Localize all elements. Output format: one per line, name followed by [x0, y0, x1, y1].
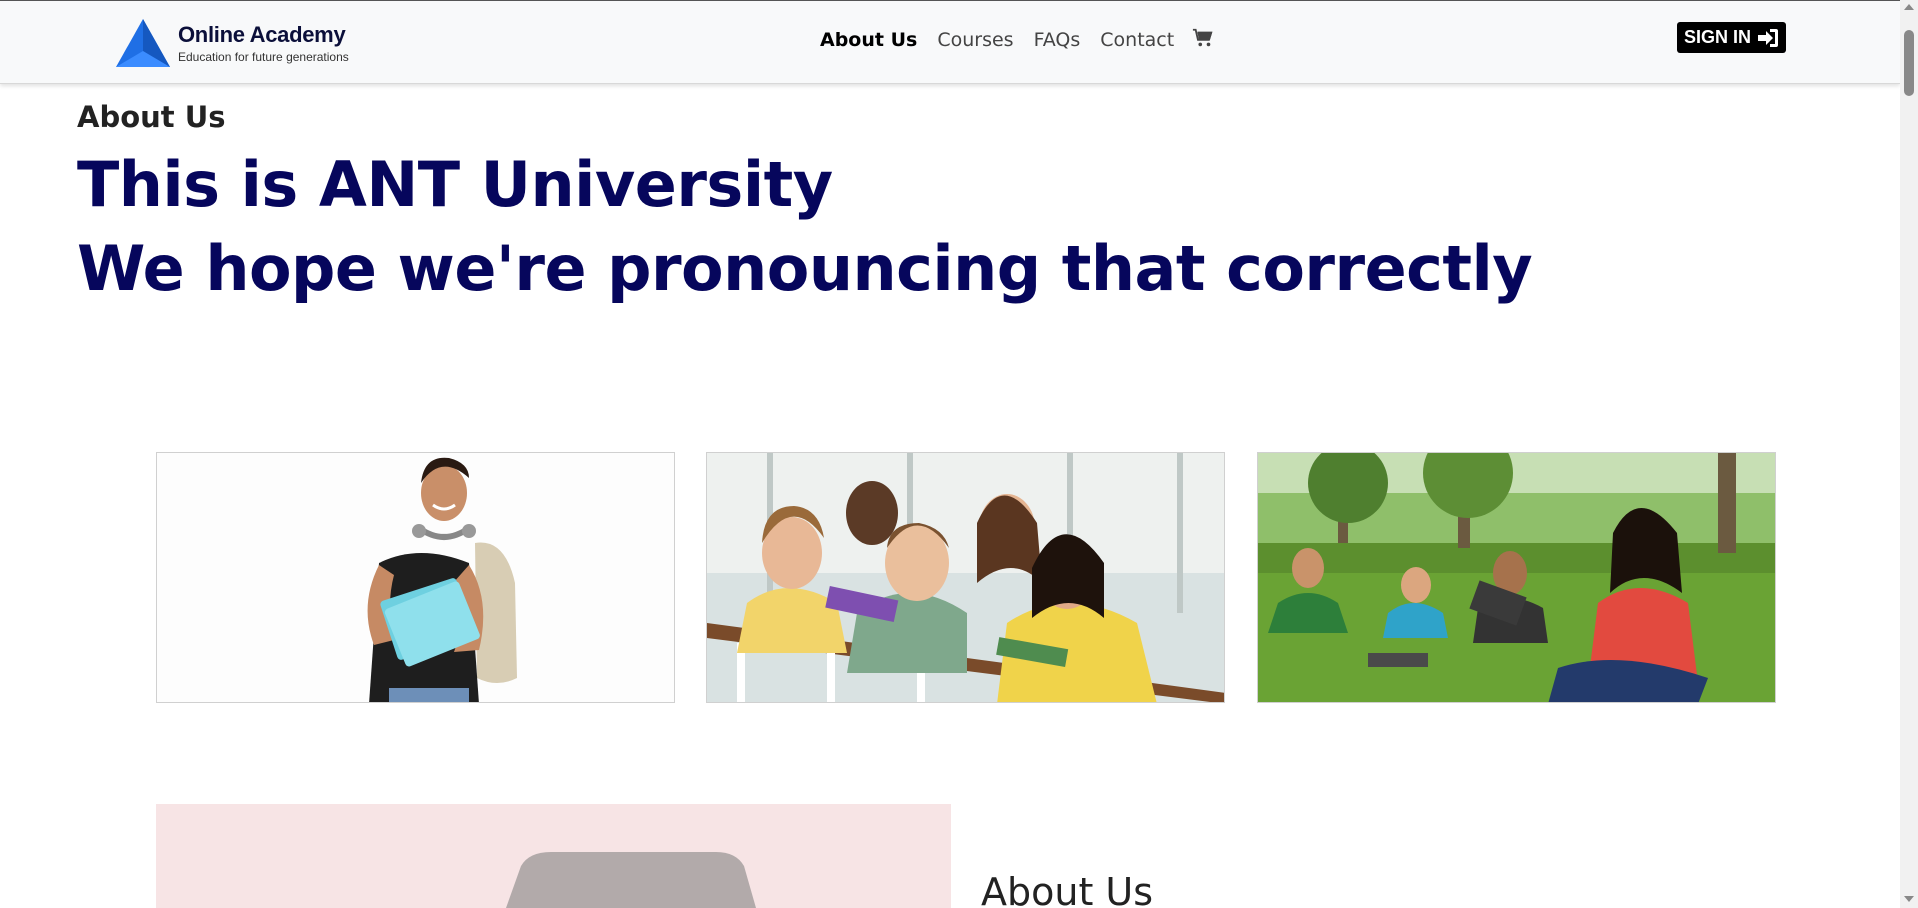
nav-link-faqs[interactable]: FAQs	[1034, 29, 1081, 51]
logo-icon	[116, 19, 170, 67]
scroll-up-arrow-icon[interactable]	[1904, 4, 1914, 10]
sign-in-arrow-icon	[1758, 28, 1778, 47]
brand-tagline: Education for future generations	[178, 50, 349, 64]
page-scrollbar[interactable]	[1900, 0, 1918, 908]
nav-link-about-us[interactable]: About Us	[820, 29, 917, 51]
photo-group-of-students	[706, 452, 1225, 703]
brand-name: Online Academy	[178, 22, 346, 47]
brand-link[interactable]: Online Academy Education for future gene…	[114, 17, 349, 69]
section-label: About Us	[77, 100, 226, 134]
nav-link-contact[interactable]: Contact	[1100, 29, 1174, 51]
nav-links: About Us Courses FAQs Contact	[820, 27, 1214, 51]
sign-in-button[interactable]: SIGN IN	[1677, 22, 1786, 53]
sign-in-label: SIGN IN	[1683, 27, 1751, 47]
photo-students-on-grass	[1257, 452, 1776, 703]
headline-line-2: We hope we're pronouncing that correctly	[77, 232, 1533, 305]
headline-line-1: This is ANT University	[77, 148, 833, 221]
nav-link-courses[interactable]: Courses	[937, 29, 1013, 51]
photo-student-with-notebooks	[156, 452, 675, 703]
scroll-down-arrow-icon[interactable]	[1904, 896, 1914, 902]
shopping-cart-icon[interactable]	[1192, 27, 1214, 49]
about-us-image	[156, 804, 951, 908]
top-navbar: Online Academy Education for future gene…	[0, 0, 1900, 84]
about-us-heading: About Us	[981, 870, 1154, 908]
scrollbar-thumb[interactable]	[1904, 30, 1914, 96]
